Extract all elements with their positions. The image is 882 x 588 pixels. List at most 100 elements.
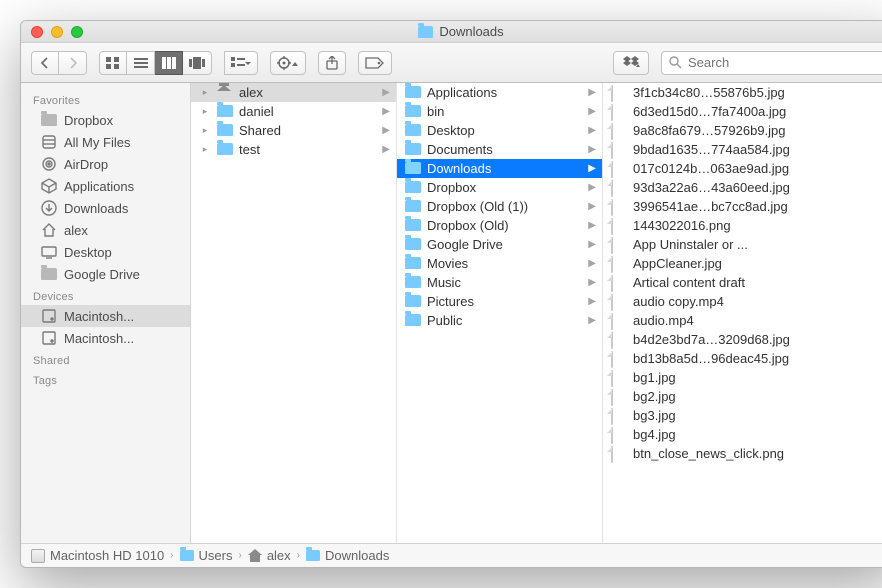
disclosure-icon: ▸ (199, 144, 211, 155)
forward-button[interactable] (59, 51, 87, 75)
row-label: audio copy.mp4 (633, 294, 724, 309)
file-row[interactable]: AppCleaner.jpg (603, 254, 882, 273)
action-button[interactable] (270, 51, 306, 75)
dropbox-button[interactable] (613, 51, 649, 75)
file-row[interactable]: audio copy.mp4 (603, 292, 882, 311)
file-icon (611, 143, 627, 156)
file-row[interactable]: 017c0124b…063ae9ad.jpg (603, 159, 882, 178)
file-row[interactable]: 1443022016.png (603, 216, 882, 235)
download-icon (41, 200, 57, 216)
folder-row[interactable]: ▸alex▶ (191, 83, 396, 102)
breadcrumb[interactable]: alex (248, 548, 291, 563)
folder-row[interactable]: Google Drive▶ (397, 235, 602, 254)
file-row[interactable]: Artical content draft (603, 273, 882, 292)
sidebar-item[interactable]: alex (21, 219, 190, 241)
folder-row[interactable]: Desktop▶ (397, 121, 602, 140)
sidebar-item[interactable]: Macintosh... (21, 305, 190, 327)
file-row[interactable]: audio.mp4 (603, 311, 882, 330)
tags-button[interactable] (358, 51, 392, 75)
breadcrumb-label: alex (267, 548, 291, 563)
row-label: 9bdad1635…774aa584.jpg (633, 142, 790, 157)
row-label: audio.mp4 (633, 313, 694, 328)
row-label: bd13b8a5d…96deac45.jpg (633, 351, 789, 366)
file-icon (611, 200, 627, 213)
row-label: bg4.jpg (633, 427, 676, 442)
file-row[interactable]: bg3.jpg (603, 406, 882, 425)
file-row[interactable]: 6d3ed15d0…7fa7400a.jpg (603, 102, 882, 121)
file-row[interactable]: b4d2e3bd7a…3209d68.jpg (603, 330, 882, 349)
folder-row[interactable]: Downloads▶ (397, 159, 602, 178)
file-row[interactable]: bg1.jpg (603, 368, 882, 387)
folder-icon (217, 86, 233, 99)
folder-row[interactable]: ▸test▶ (191, 140, 396, 159)
file-row[interactable]: bg4.jpg (603, 425, 882, 444)
sidebar-item[interactable]: AirDrop (21, 153, 190, 175)
file-row[interactable]: 9a8c8fa679…57926b9.jpg (603, 121, 882, 140)
row-label: bg3.jpg (633, 408, 676, 423)
row-label: Downloads (427, 161, 491, 176)
folder-icon (405, 219, 421, 232)
sidebar-item[interactable]: Macintosh... (21, 327, 190, 349)
row-label: Artical content draft (633, 275, 745, 290)
folder-row[interactable]: Music▶ (397, 273, 602, 292)
close-window-button[interactable] (31, 26, 43, 38)
folder-row[interactable]: Dropbox (Old)▶ (397, 216, 602, 235)
folder-icon (405, 314, 421, 327)
folder-row[interactable]: Applications▶ (397, 83, 602, 102)
arrange-button[interactable] (224, 51, 258, 75)
file-row[interactable]: bd13b8a5d…96deac45.jpg (603, 349, 882, 368)
disclosure-icon: ▸ (199, 125, 211, 136)
chevron-right-icon: ▶ (588, 87, 596, 98)
sidebar-item[interactable]: Dropbox (21, 109, 190, 131)
sidebar-item-label: Applications (64, 179, 134, 194)
file-row[interactable]: 3996541ae…bc7cc8ad.jpg (603, 197, 882, 216)
chevron-right-icon: ▶ (588, 258, 596, 269)
search-input[interactable] (661, 51, 882, 75)
sidebar-item[interactable]: Downloads (21, 197, 190, 219)
folder-row[interactable]: Documents▶ (397, 140, 602, 159)
list-view-button[interactable] (127, 51, 155, 75)
breadcrumb[interactable]: Users (180, 548, 233, 563)
row-label: btn_close_news_click.png (633, 446, 784, 461)
folder-row[interactable]: ▸Shared▶ (191, 121, 396, 140)
sidebar-item[interactable]: Google Drive (21, 263, 190, 285)
path-bar: Macintosh HD 1010›Users›alex›Downloads (21, 543, 882, 567)
row-label: 017c0124b…063ae9ad.jpg (633, 161, 789, 176)
folder-row[interactable]: Pictures▶ (397, 292, 602, 311)
column-view-button[interactable] (155, 51, 183, 75)
file-icon (611, 371, 627, 384)
sidebar-item[interactable]: Applications (21, 175, 190, 197)
file-row[interactable]: 3f1cb34c80…55876b5.jpg (603, 83, 882, 102)
folder-row[interactable]: Movies▶ (397, 254, 602, 273)
breadcrumb[interactable]: Downloads (306, 548, 389, 563)
folder-row[interactable]: bin▶ (397, 102, 602, 121)
desktop-icon (41, 244, 57, 260)
zoom-window-button[interactable] (71, 26, 83, 38)
breadcrumb[interactable]: Macintosh HD 1010 (31, 548, 164, 563)
sidebar-item[interactable]: Desktop (21, 241, 190, 263)
file-row[interactable]: bg2.jpg (603, 387, 882, 406)
folder-row[interactable]: ▸daniel▶ (191, 102, 396, 121)
file-icon (611, 314, 627, 327)
file-row[interactable]: btn_close_news_click.png (603, 444, 882, 463)
folder-icon (405, 200, 421, 213)
back-button[interactable] (31, 51, 59, 75)
chevron-right-icon: ▶ (382, 87, 390, 98)
file-row[interactable]: 93d3a22a6…43a60eed.jpg (603, 178, 882, 197)
folder-row[interactable]: Public▶ (397, 311, 602, 330)
coverflow-view-button[interactable] (183, 51, 212, 75)
folder-row[interactable]: Dropbox▶ (397, 178, 602, 197)
icon-view-button[interactable] (99, 51, 127, 75)
file-row[interactable]: App Uninstaler or ... (603, 235, 882, 254)
sidebar-item[interactable]: All My Files (21, 131, 190, 153)
sidebar-item-label: AirDrop (64, 157, 108, 172)
view-mode-buttons (99, 51, 212, 75)
chevron-right-icon: ▶ (588, 277, 596, 288)
folder-row[interactable]: Dropbox (Old (1))▶ (397, 197, 602, 216)
folder-icon (405, 181, 421, 194)
window-title: Downloads (21, 24, 882, 39)
minimize-window-button[interactable] (51, 26, 63, 38)
row-label: daniel (239, 104, 274, 119)
share-button[interactable] (318, 51, 346, 75)
file-row[interactable]: 9bdad1635…774aa584.jpg (603, 140, 882, 159)
